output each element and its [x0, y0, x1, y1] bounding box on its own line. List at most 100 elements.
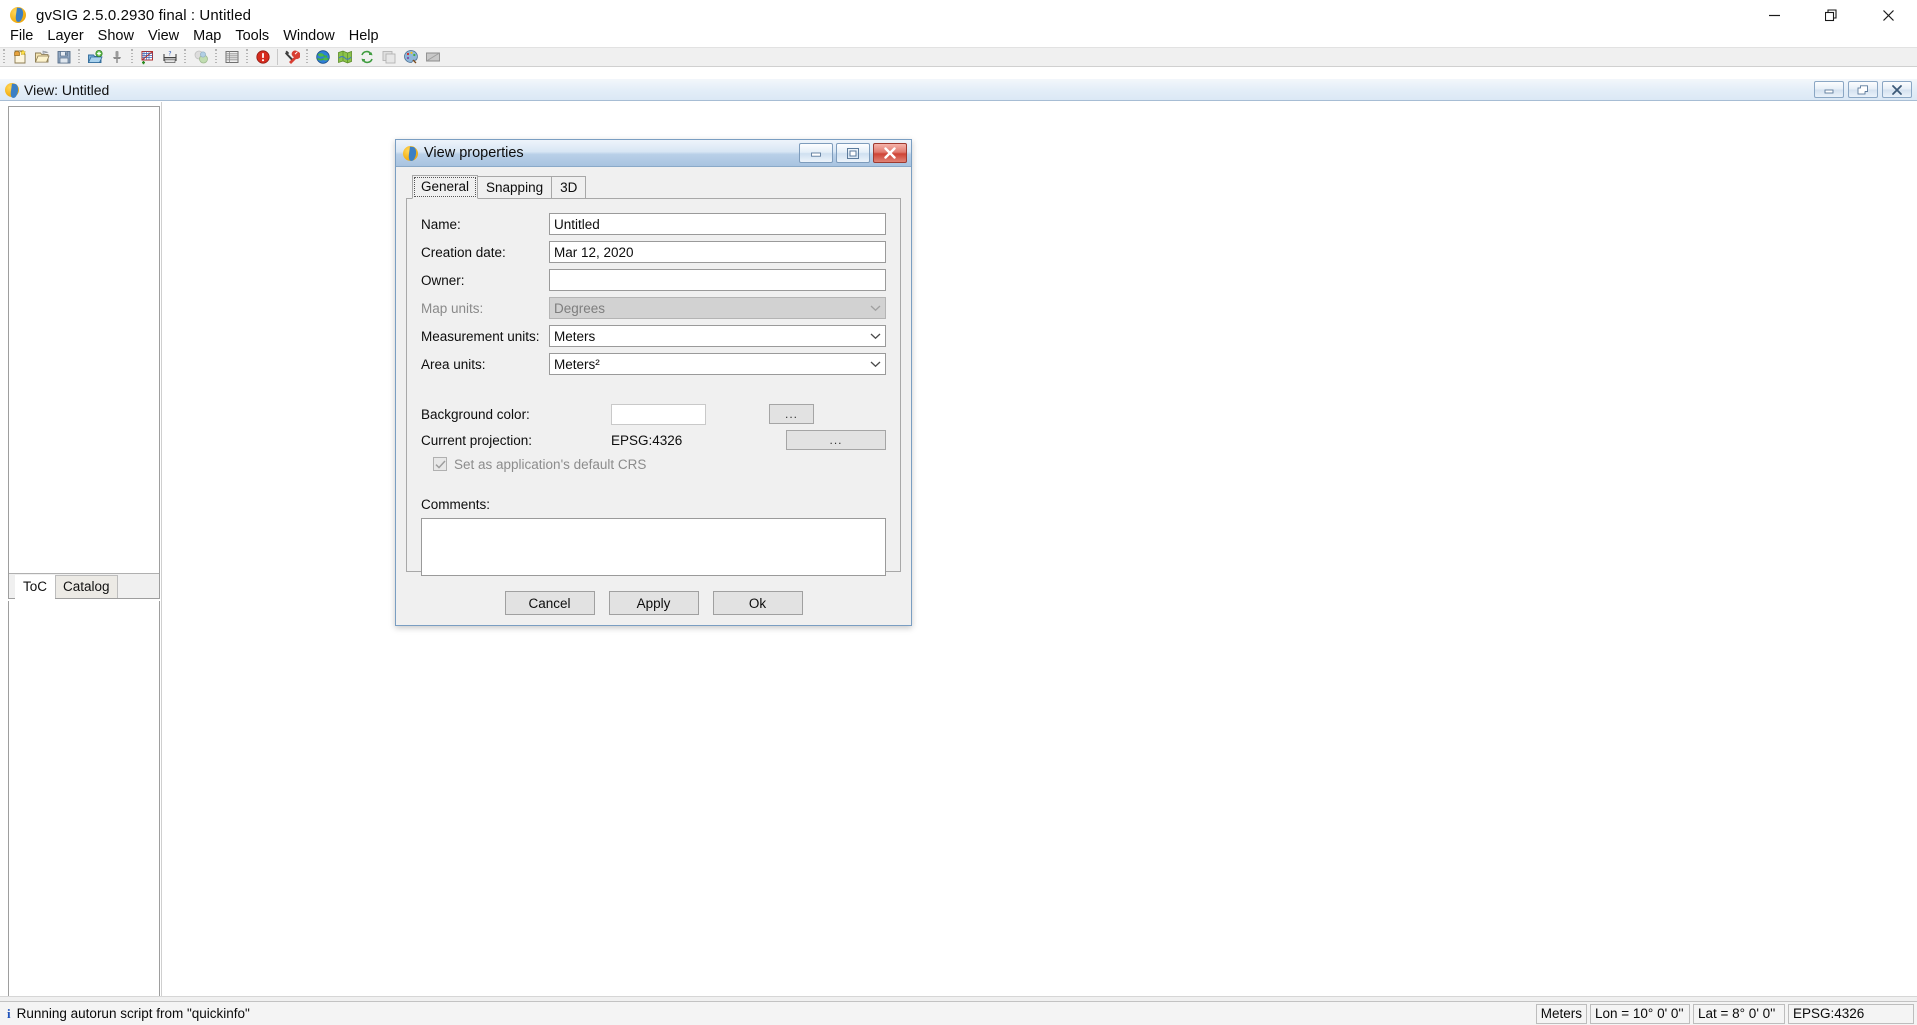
- menu-window[interactable]: Window: [276, 27, 342, 45]
- app-title: gvSIG 2.5.0.2930 final : Untitled: [36, 7, 252, 24]
- new-vector-layer-icon[interactable]: [138, 48, 158, 66]
- new-project-icon[interactable]: [10, 48, 30, 66]
- view-document-window: View: Untitled ToC Catalog: [0, 79, 1917, 1001]
- toc-panel: ToC Catalog: [8, 106, 160, 599]
- toolbar-grip[interactable]: [245, 49, 250, 65]
- measure-icon[interactable]: ?: [160, 48, 180, 66]
- toolbar-grip[interactable]: [214, 49, 219, 65]
- tab-snapping[interactable]: Snapping: [477, 176, 553, 199]
- locator-panel[interactable]: [8, 601, 160, 1001]
- save-project-icon[interactable]: [54, 48, 74, 66]
- open-project-icon[interactable]: [32, 48, 52, 66]
- menu-view[interactable]: View: [141, 27, 186, 45]
- map-units-label: Map units:: [421, 300, 484, 316]
- menu-file[interactable]: File: [3, 27, 40, 45]
- background-color-button[interactable]: ...: [769, 404, 814, 424]
- menu-help[interactable]: Help: [342, 27, 386, 45]
- screen-icon[interactable]: [423, 48, 443, 66]
- dialog-title: View properties: [424, 145, 524, 161]
- current-projection-label: Current projection:: [421, 432, 533, 448]
- main-toolbar: ?: [0, 47, 1917, 67]
- creation-date-label: Creation date:: [421, 244, 506, 260]
- longitude-cell: Lon = 10° 0' 0'': [1590, 1003, 1690, 1024]
- toolbar-grip[interactable]: [183, 49, 188, 65]
- menu-tools[interactable]: Tools: [228, 27, 276, 45]
- tools-icon[interactable]: [282, 48, 302, 66]
- minimize-icon[interactable]: [1814, 81, 1844, 98]
- menu-show[interactable]: Show: [91, 27, 141, 45]
- background-color-label: Background color:: [421, 406, 530, 422]
- tab-general[interactable]: General: [412, 175, 479, 199]
- alert-icon[interactable]: [253, 48, 273, 66]
- toc-tabstrip: ToC Catalog: [9, 573, 159, 599]
- minimize-icon[interactable]: [799, 143, 833, 163]
- gvsig-logo-icon: [10, 7, 27, 24]
- creation-date-row: Creation date: Mar 12, 2020: [421, 239, 886, 265]
- svg-text:?: ?: [168, 51, 171, 58]
- measurement-units-select[interactable]: Meters: [549, 325, 886, 347]
- measurement-units-label: Measurement units:: [421, 328, 540, 344]
- owner-row: Owner:: [421, 267, 886, 293]
- background-color-swatch[interactable]: [611, 403, 706, 425]
- gvsig-logo-icon: [5, 82, 19, 97]
- map-units-row: Map units: Degrees: [421, 295, 886, 321]
- restore-icon[interactable]: [1848, 81, 1878, 98]
- chevron-down-icon: [869, 302, 881, 314]
- apply-button[interactable]: Apply: [608, 591, 699, 615]
- maximize-icon[interactable]: [836, 143, 870, 163]
- ok-button[interactable]: Ok: [712, 591, 803, 615]
- name-label: Name:: [421, 216, 461, 232]
- menu-layer[interactable]: Layer: [40, 27, 90, 45]
- menu-map[interactable]: Map: [186, 27, 228, 45]
- view-titlebar: View: Untitled: [0, 79, 1917, 101]
- owner-input[interactable]: [549, 269, 886, 291]
- cancel-button[interactable]: Cancel: [504, 591, 595, 615]
- dialog-titlebar: View properties: [396, 140, 911, 167]
- view-title: View: Untitled: [24, 81, 110, 98]
- pushpin-icon[interactable]: [107, 48, 127, 66]
- comments-label: Comments:: [421, 497, 491, 512]
- creation-date-input[interactable]: Mar 12, 2020: [549, 241, 886, 263]
- close-icon[interactable]: [873, 143, 907, 163]
- sidebar-item-catalog[interactable]: Catalog: [55, 575, 118, 598]
- attribute-table-icon[interactable]: [222, 48, 242, 66]
- name-input[interactable]: Untitled: [549, 213, 886, 235]
- statusbar: i Running autorun script from "quickinfo…: [0, 1001, 1917, 1025]
- area-units-select[interactable]: Meters²: [549, 353, 886, 375]
- toolbar-separator: [277, 49, 278, 65]
- status-cells: Meters Lon = 10° 0' 0'' Lat = 8° 0' 0'' …: [1535, 1003, 1917, 1025]
- geoprocess-icon[interactable]: [191, 48, 211, 66]
- chevron-down-icon: [869, 330, 881, 342]
- default-crs-checkbox: [433, 457, 447, 471]
- toolbar-grip[interactable]: [2, 49, 7, 65]
- palette-icon[interactable]: [401, 48, 421, 66]
- default-crs-label: Set as application's default CRS: [454, 456, 647, 472]
- info-icon: i: [7, 1005, 11, 1021]
- layout-icon[interactable]: [379, 48, 399, 66]
- add-layer-icon[interactable]: [85, 48, 105, 66]
- area-units-row: Area units: Meters²: [421, 351, 886, 377]
- measurement-units-value: Meters: [554, 328, 596, 344]
- current-projection-button[interactable]: ...: [786, 430, 886, 450]
- toolbar-grip[interactable]: [305, 49, 310, 65]
- chevron-down-icon: [869, 358, 881, 370]
- background-color-row: Background color: ...: [421, 401, 886, 427]
- close-icon[interactable]: [1882, 81, 1912, 98]
- toolbar-grip[interactable]: [77, 49, 82, 65]
- refresh-icon[interactable]: [357, 48, 377, 66]
- view-window-controls: [1814, 81, 1917, 98]
- view-properties-dialog: View properties General Snapping 3D Name…: [395, 139, 912, 626]
- map-units-select: Degrees: [549, 297, 886, 319]
- gvsig-logo-icon: [403, 145, 418, 161]
- sidebar-item-toc[interactable]: ToC: [15, 575, 56, 599]
- tab-3d[interactable]: 3D: [551, 176, 587, 199]
- map-icon[interactable]: [335, 48, 355, 66]
- area-units-label: Area units:: [421, 356, 486, 372]
- globe-icon[interactable]: [313, 48, 333, 66]
- units-cell: Meters: [1535, 1003, 1587, 1024]
- comments-textarea[interactable]: [421, 518, 886, 576]
- status-message-container: i Running autorun script from "quickinfo…: [0, 1006, 250, 1022]
- toolbar-grip[interactable]: [130, 49, 135, 65]
- latitude-cell: Lat = 8° 0' 0'': [1693, 1003, 1785, 1024]
- toc-tree[interactable]: [9, 107, 159, 573]
